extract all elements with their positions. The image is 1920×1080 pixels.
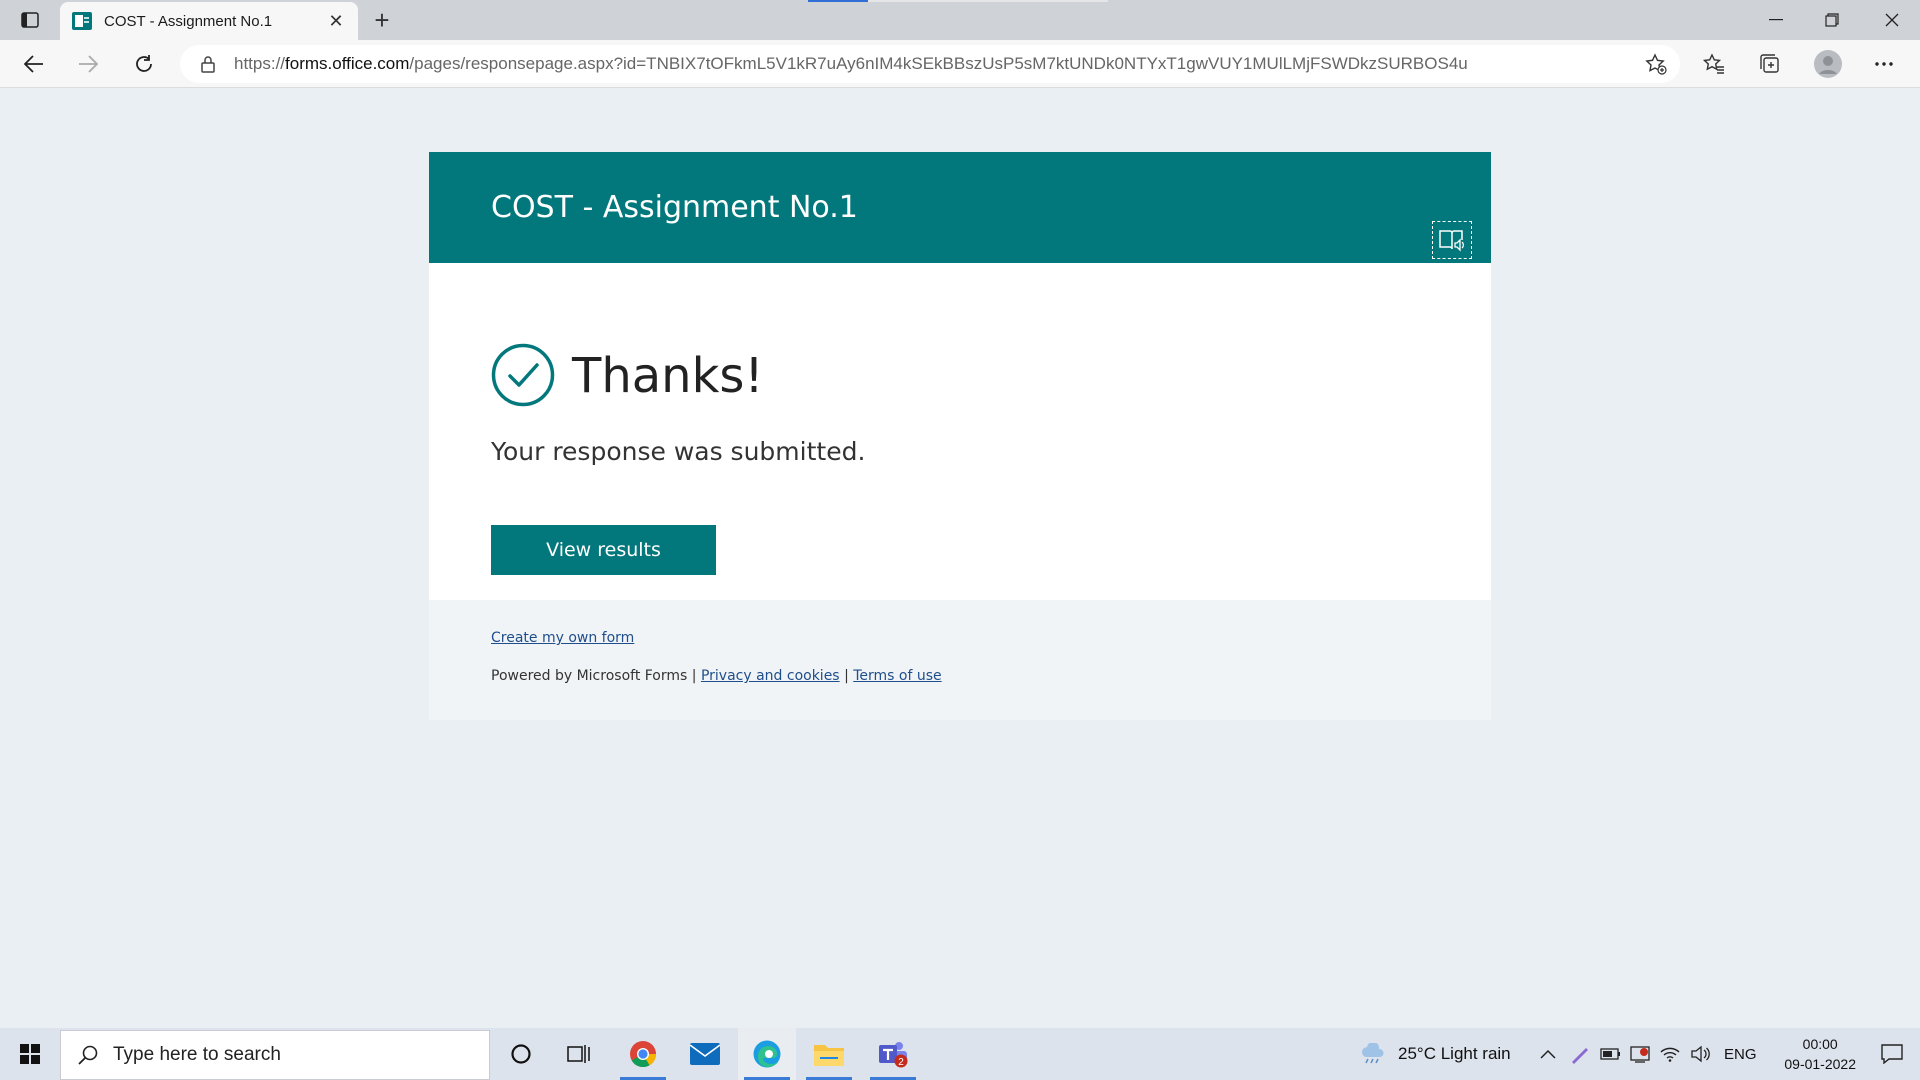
weather-rain-icon (1362, 1043, 1384, 1064)
battery-icon[interactable] (1600, 1028, 1622, 1080)
browser-titlebar: COST - Assignment No.1 ✕ + (0, 0, 1920, 40)
new-tab-button[interactable]: + (368, 5, 396, 35)
chrome-app-icon[interactable] (614, 1028, 672, 1080)
profile-avatar-icon[interactable] (1810, 48, 1846, 80)
collections-icon[interactable] (1752, 48, 1788, 80)
form-footer: Create my own form Powered by Microsoft … (429, 600, 1491, 720)
form-card: COST - Assignment No.1 Thanks! Your resp… (429, 152, 1491, 720)
powered-by-text: Powered by Microsoft Forms | Privacy and… (491, 668, 942, 684)
privacy-link[interactable]: Privacy and cookies (701, 668, 840, 684)
minimize-button[interactable] (1748, 0, 1804, 40)
search-placeholder: Type here to search (113, 1044, 281, 1065)
wifi-icon[interactable] (1660, 1028, 1680, 1080)
windows-logo-icon (20, 1044, 40, 1064)
forms-favicon-icon (72, 12, 92, 30)
file-explorer-icon[interactable] (800, 1028, 858, 1080)
chevron-up-icon (1540, 1049, 1556, 1059)
form-header: COST - Assignment No.1 (429, 152, 1491, 263)
volume-icon[interactable] (1690, 1028, 1710, 1080)
language-indicator[interactable]: ENG (1724, 1028, 1757, 1080)
response-message: Your response was submitted. (491, 437, 866, 466)
favorites-icon[interactable] (1696, 48, 1732, 80)
weather-text: 25°C Light rain (1398, 1044, 1511, 1063)
search-icon (78, 1045, 98, 1065)
immersive-reader-button[interactable] (1432, 221, 1472, 259)
edge-app-icon[interactable] (738, 1028, 796, 1080)
immersive-reader-icon (1439, 230, 1464, 252)
pen-icon[interactable] (1570, 1028, 1590, 1080)
url-field[interactable]: https://forms.office.com/pages/responsep… (180, 45, 1680, 83)
url-host: forms.office.com (285, 54, 410, 73)
taskbar-search-box[interactable]: Type here to search (60, 1030, 490, 1080)
url-text: https://forms.office.com/pages/responsep… (234, 54, 1468, 74)
browser-tab[interactable]: COST - Assignment No.1 ✕ (60, 2, 358, 40)
add-favorite-icon[interactable] (1638, 48, 1674, 80)
tab-title: COST - Assignment No.1 (104, 12, 273, 30)
back-button[interactable] (16, 48, 52, 80)
teams-app-icon[interactable]: 2 (864, 1028, 922, 1080)
restore-button[interactable] (1804, 0, 1860, 40)
page-loading-bar (808, 0, 1108, 2)
show-hidden-icons-button[interactable] (1540, 1028, 1556, 1080)
teams-badge-count: 2 (898, 1057, 904, 1068)
mail-app-icon[interactable] (676, 1028, 734, 1080)
refresh-button[interactable] (126, 48, 162, 80)
notifications-button[interactable] (1872, 1038, 1912, 1070)
tab-actions-icon[interactable] (12, 8, 48, 32)
tab-close-icon[interactable]: ✕ (326, 11, 346, 31)
form-body: Thanks! Your response was submitted. Vie… (429, 263, 1491, 600)
lock-icon[interactable] (198, 54, 218, 74)
weather-widget[interactable]: 25°C Light rain (1360, 1028, 1511, 1080)
view-results-button[interactable]: View results (491, 525, 716, 575)
clock[interactable]: 00:00 09-01-2022 (1784, 1034, 1856, 1074)
notification-icon (1881, 1044, 1903, 1064)
start-button[interactable] (0, 1028, 60, 1080)
url-prefix: https:// (234, 54, 286, 73)
address-toolbar: https://forms.office.com/pages/responsep… (0, 40, 1920, 88)
thanks-heading: Thanks! (572, 348, 764, 404)
powered-by-label: Powered by Microsoft Forms | (491, 668, 697, 684)
forward-button[interactable] (70, 48, 106, 80)
create-form-link[interactable]: Create my own form (491, 630, 634, 646)
footer-separator: | (844, 668, 849, 684)
cortana-icon[interactable] (492, 1028, 550, 1080)
checkmark-circle-icon (491, 343, 555, 407)
url-path: /pages/responsepage.aspx?id=TNBIX7tOFkmL… (409, 54, 1468, 73)
taskbar: Type here to search 2 25°C Light rain EN… (0, 1028, 1920, 1080)
clock-date: 09-01-2022 (1784, 1056, 1856, 1072)
task-view-icon[interactable] (550, 1028, 608, 1080)
close-window-button[interactable] (1864, 0, 1920, 40)
more-options-icon[interactable] (1866, 48, 1902, 80)
form-title: COST - Assignment No.1 (491, 190, 858, 225)
defender-icon[interactable] (1630, 1028, 1650, 1080)
clock-time: 00:00 (1802, 1036, 1838, 1052)
terms-link[interactable]: Terms of use (853, 668, 941, 684)
